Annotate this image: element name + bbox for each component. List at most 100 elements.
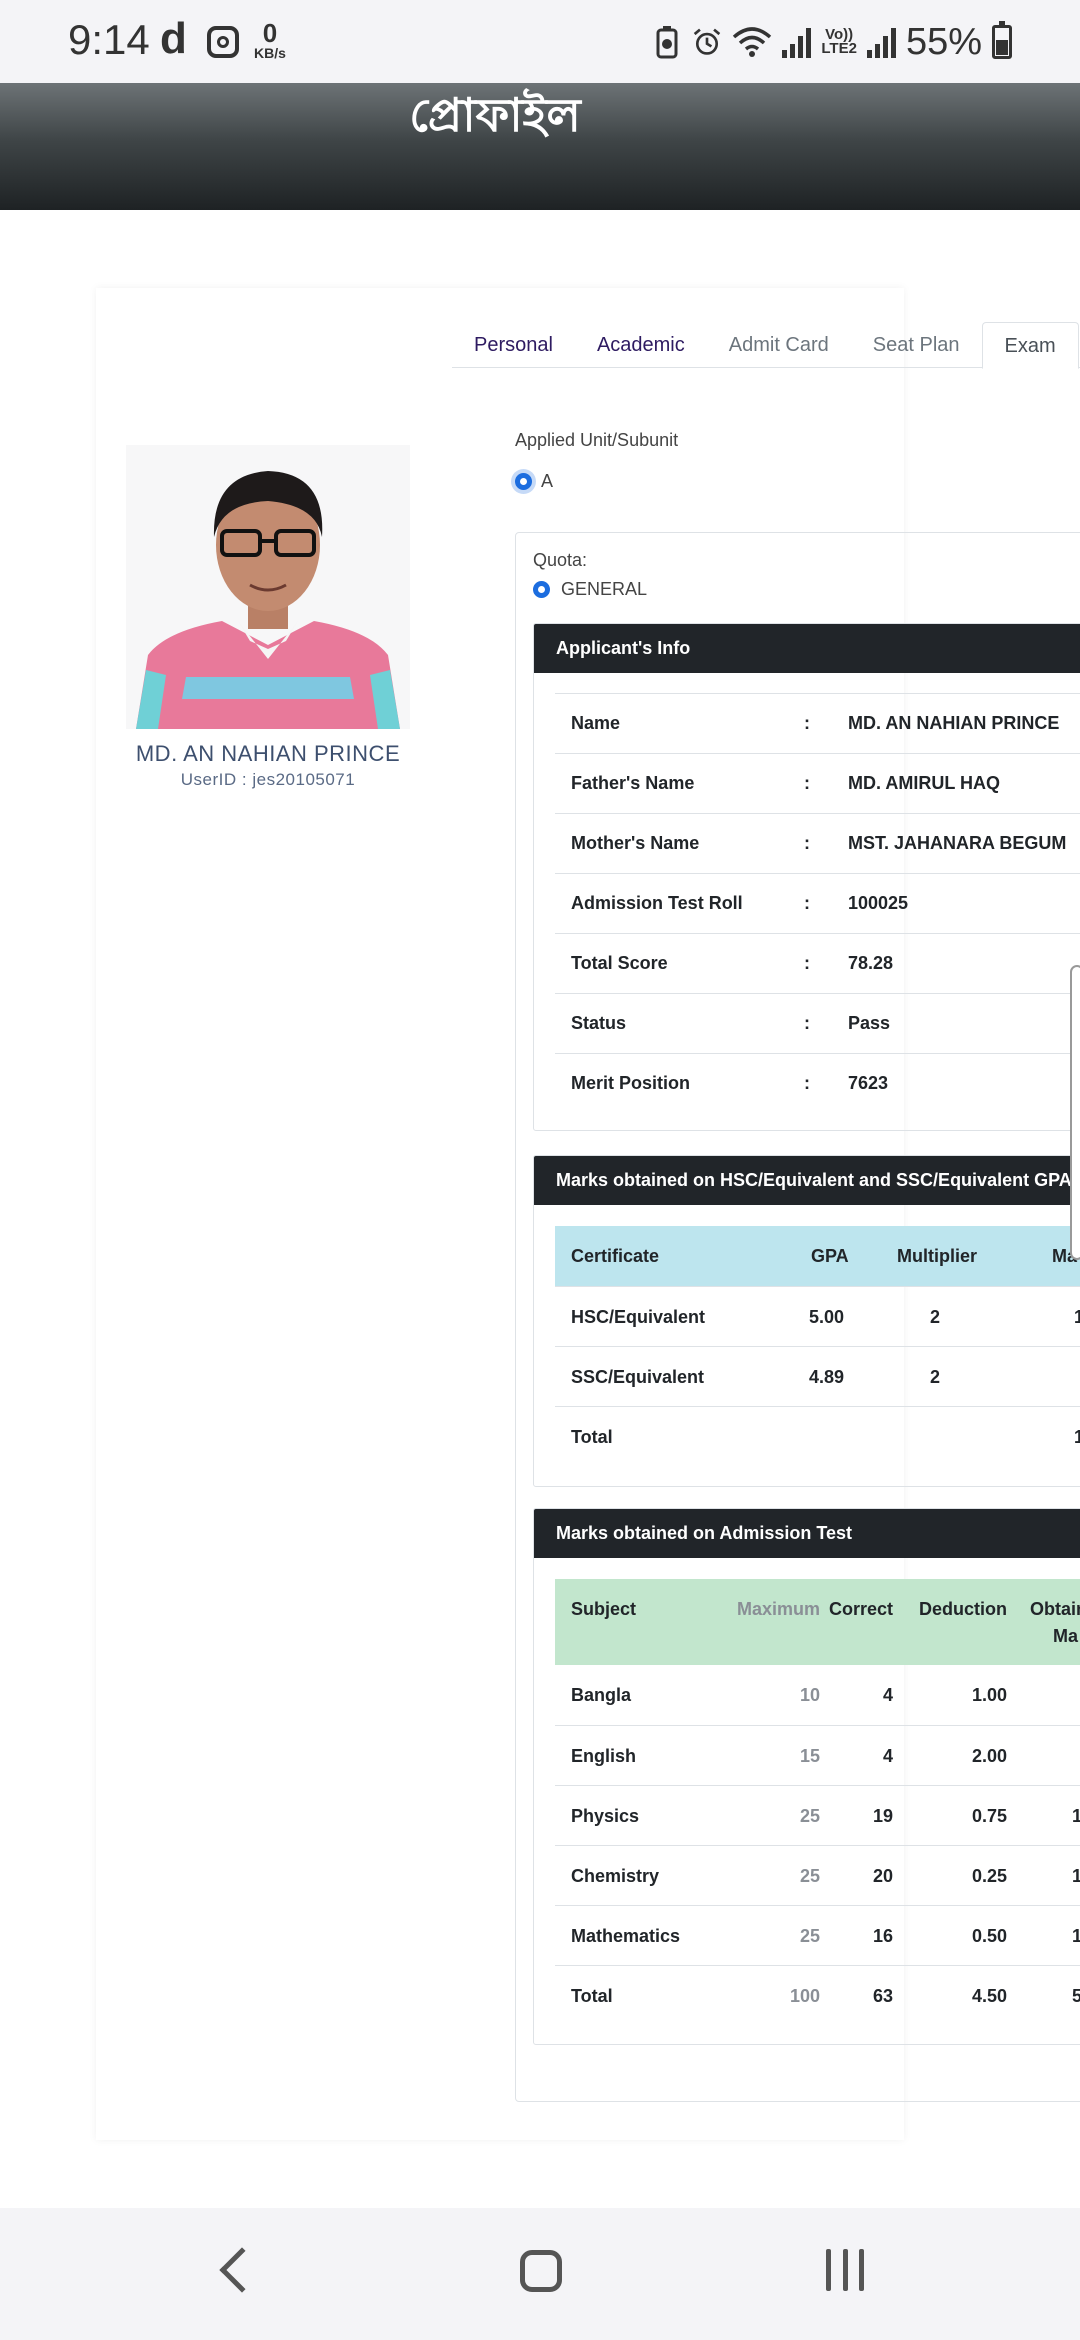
- tab-admit-card[interactable]: Admit Card: [707, 322, 851, 368]
- gpa-certificate: HSC/Equivalent: [571, 1307, 706, 1327]
- tab-seat-plan[interactable]: Seat Plan: [851, 322, 982, 368]
- info-row-status: Status : Pass: [555, 993, 1080, 1053]
- adm-deduction: 0.75: [971, 1806, 1007, 1826]
- info-label: Total Score: [571, 953, 668, 973]
- instagram-icon: [207, 26, 239, 58]
- signal-icon-sim2: [866, 26, 896, 58]
- gpa-marks: 10: [1074, 1307, 1080, 1327]
- network-speed-unit: KB/s: [254, 45, 286, 61]
- gpa-marks: 19: [1074, 1427, 1080, 1447]
- gpa-row-ssc: SSC/Equivalent 4.89 2 9: [555, 1346, 1080, 1406]
- applied-unit-radio[interactable]: [515, 473, 532, 490]
- info-separator: :: [804, 713, 810, 733]
- adm-row-mathematics: Mathematics 25 16 0.50 15: [555, 1905, 1080, 1965]
- col-maximum: Maximum: [736, 1599, 820, 1619]
- info-row-name: Name : MD. AN NAHIAN PRINCE: [555, 693, 1080, 753]
- info-value: MD. AN NAHIAN PRINCE: [848, 713, 1060, 733]
- adm-deduction: 0.25: [971, 1866, 1007, 1886]
- info-label: Admission Test Roll: [571, 893, 743, 913]
- gpa-multiplier: 2: [930, 1307, 941, 1327]
- info-row-father: Father's Name : MD. AMIRUL HAQ: [555, 753, 1080, 813]
- tab-academic[interactable]: Academic: [575, 322, 707, 368]
- profile-user-id: UserID : jes20105071: [180, 770, 356, 789]
- gpa-value: 5.00: [809, 1307, 845, 1327]
- adm-correct: 19: [872, 1806, 893, 1826]
- gpa-marks-heading: Marks obtained on HSC/Equivalent and SSC…: [534, 1156, 1080, 1205]
- person-avatar-icon: [126, 445, 410, 729]
- adm-row-physics: Physics 25 19 0.75 18: [555, 1785, 1080, 1845]
- quota-value: GENERAL: [561, 579, 648, 599]
- adm-maximum: 25: [799, 1926, 820, 1946]
- info-separator: :: [804, 893, 810, 913]
- home-icon[interactable]: [520, 2250, 562, 2292]
- gpa-row-total: Total 19: [555, 1406, 1080, 1466]
- clock: 9:14: [68, 16, 150, 63]
- gpa-multiplier: 2: [930, 1367, 941, 1387]
- adm-obtained: 15: [1072, 1926, 1080, 1946]
- info-value: 7623: [848, 1073, 889, 1093]
- adm-obtained: 18: [1072, 1806, 1080, 1826]
- adm-maximum: 15: [799, 1746, 820, 1766]
- page-banner: প্রোফাইল: [0, 83, 1080, 210]
- battery-icon: [992, 21, 1012, 59]
- adm-subject: Physics: [571, 1806, 640, 1826]
- network-speed-value: 0: [262, 18, 278, 48]
- info-value: 100025: [848, 893, 909, 913]
- tab-exam[interactable]: Exam: [981, 322, 1079, 369]
- info-label: Name: [571, 713, 621, 733]
- adm-row-english: English 15 4 2.00 2: [555, 1725, 1080, 1785]
- page-title: প্রোফাইল: [409, 88, 581, 142]
- volte-line2: LTE2: [821, 40, 857, 57]
- quota-radio[interactable]: [533, 581, 550, 598]
- alarm-icon: [694, 28, 721, 55]
- status-bar: 9:14 d 0 KB/s Vo)) LTE2 55%: [0, 0, 1080, 83]
- network-speed: 0 KB/s: [250, 20, 290, 60]
- horizontal-scroll-handle[interactable]: [1070, 965, 1080, 1260]
- applied-unit-value: A: [541, 471, 554, 491]
- info-separator: :: [804, 773, 810, 793]
- info-value: MST. JAHANARA BEGUM: [848, 833, 1067, 853]
- gpa-certificate: Total: [571, 1427, 613, 1447]
- applicant-info-heading: Applicant's Info: [534, 624, 1080, 673]
- adm-correct: 16: [872, 1926, 893, 1946]
- adm-row-total: Total 100 63 4.50 58: [555, 1965, 1080, 2025]
- adm-subject: Bangla: [571, 1685, 632, 1705]
- status-icons: Vo)) LTE2 55%: [652, 20, 1012, 63]
- info-label: Father's Name: [571, 773, 695, 793]
- tab-personal[interactable]: Personal: [452, 322, 575, 368]
- col-gpa: GPA: [811, 1246, 849, 1266]
- system-nav-bar: [0, 2212, 1080, 2340]
- battery-saver-icon: [656, 26, 678, 59]
- adm-subject: Mathematics: [571, 1926, 681, 1946]
- col-multiplier: Multiplier: [897, 1246, 977, 1266]
- gpa-certificate: SSC/Equivalent: [571, 1367, 705, 1387]
- adm-subject: English: [571, 1746, 637, 1766]
- applied-unit-label: Applied Unit/Subunit: [515, 430, 679, 450]
- volte-indicator: Vo)) LTE2: [821, 27, 857, 57]
- info-separator: :: [804, 833, 810, 853]
- col-correct: Correct: [828, 1599, 893, 1619]
- admission-table-header: Subject Maximum Correct Deduction Obtain…: [555, 1579, 1080, 1665]
- info-label: Merit Position: [571, 1073, 691, 1093]
- adm-maximum: 10: [799, 1685, 820, 1705]
- recent-apps-icon[interactable]: [826, 2249, 864, 2291]
- profile-name: MD. AN NAHIAN PRINCE: [135, 741, 401, 766]
- info-label: Mother's Name: [571, 833, 700, 853]
- adm-row-bangla: Bangla 10 4 1.00 3: [555, 1665, 1080, 1725]
- info-separator: :: [804, 1013, 810, 1033]
- info-row-mother: Mother's Name : MST. JAHANARA BEGUM: [555, 813, 1080, 873]
- gpa-table-header: Certificate GPA Multiplier Ma: [555, 1226, 1080, 1286]
- admission-marks-heading: Marks obtained on Admission Test: [534, 1509, 1080, 1558]
- wifi-icon: [733, 27, 772, 57]
- adm-maximum: 25: [799, 1866, 820, 1886]
- info-value: 78.28: [848, 953, 894, 973]
- col-subject: Subject: [571, 1599, 637, 1619]
- back-icon[interactable]: [219, 2247, 265, 2293]
- info-value: MD. AMIRUL HAQ: [848, 773, 1000, 793]
- battery-percent: 55%: [905, 20, 982, 63]
- col-obtained: Obtain: [1030, 1599, 1080, 1619]
- info-separator: :: [804, 953, 810, 973]
- info-value: Pass: [848, 1013, 891, 1033]
- adm-correct: 4: [882, 1746, 893, 1766]
- adm-obtained: 58: [1072, 1986, 1080, 2006]
